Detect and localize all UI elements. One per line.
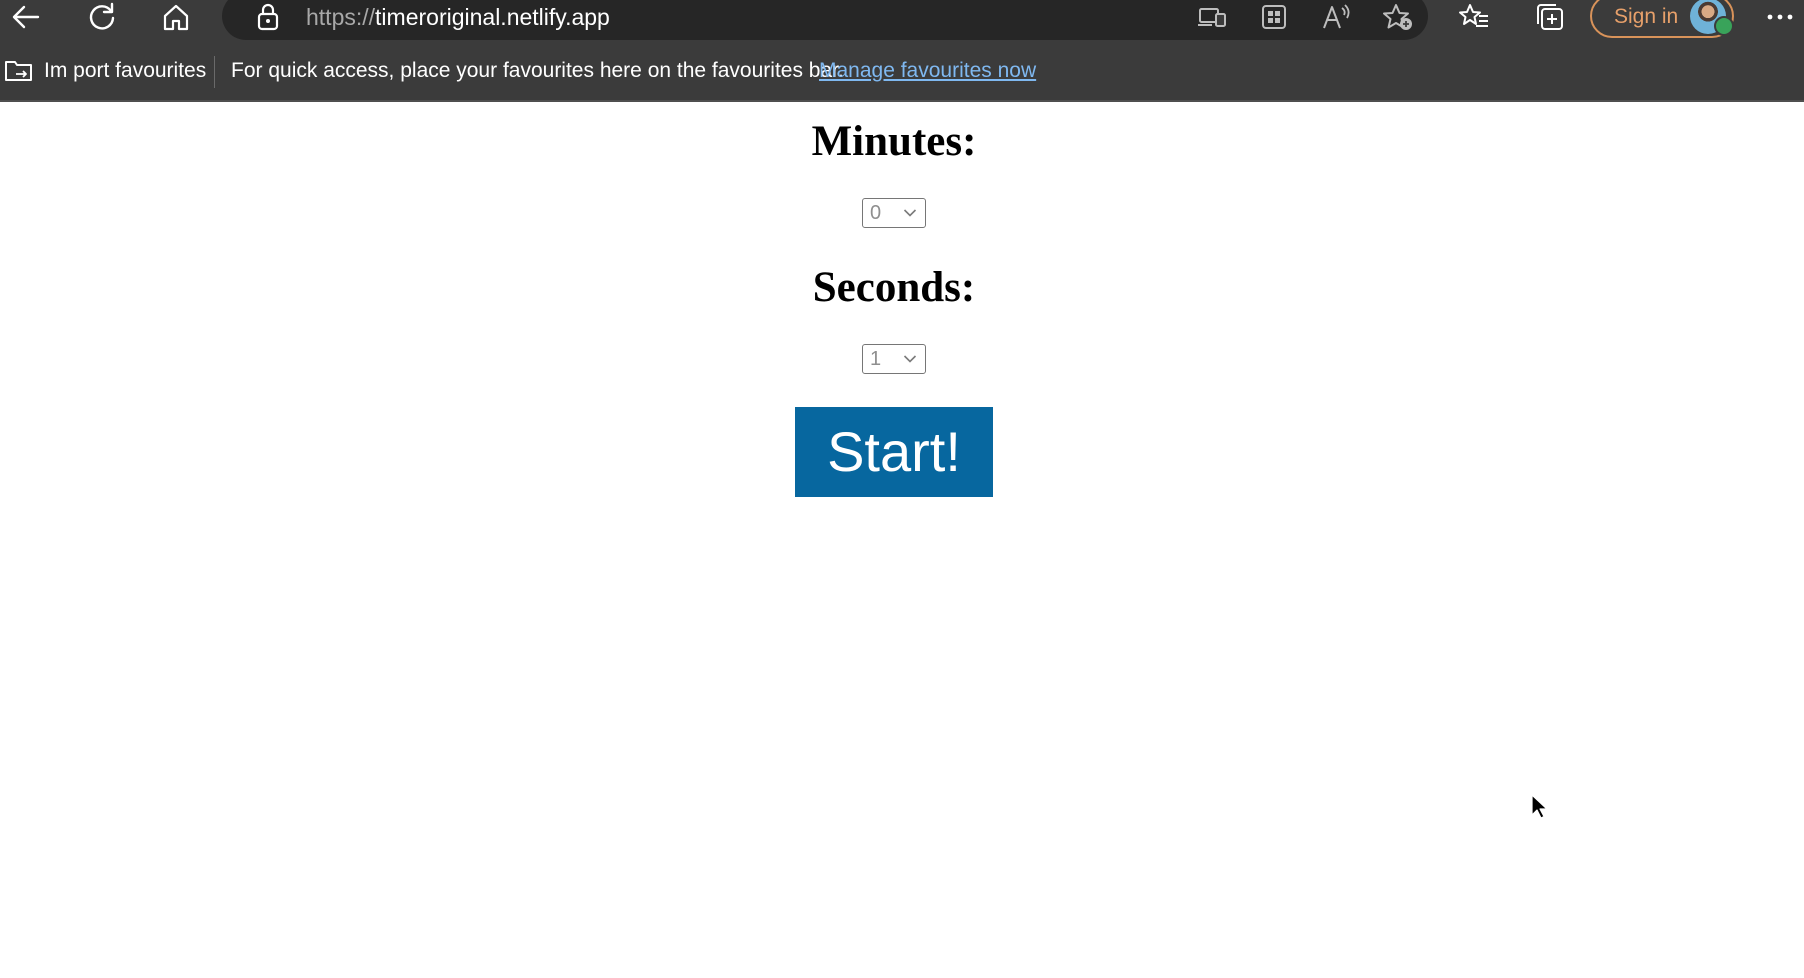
page-content: Minutes: 0 Seconds: 1 Start!: [0, 104, 1804, 978]
minutes-select[interactable]: 0: [862, 198, 926, 228]
chevron-down-icon: [903, 355, 917, 363]
sign-in-button[interactable]: Sign in: [1590, 0, 1734, 38]
read-aloud-icon[interactable]: [1316, 0, 1356, 34]
start-button[interactable]: Start!: [795, 407, 993, 497]
more-icon[interactable]: [1762, 0, 1802, 34]
url-host: timeroriginal.netlify.app: [375, 4, 610, 30]
seconds-select[interactable]: 1: [862, 344, 926, 374]
apps-icon[interactable]: [1254, 0, 1294, 34]
import-favourites-icon[interactable]: [4, 56, 34, 86]
url-protocol: https://: [306, 4, 376, 30]
lock-icon[interactable]: [248, 0, 288, 34]
device-icon[interactable]: [1192, 0, 1232, 34]
sync-status-icon: [1714, 16, 1734, 36]
collections-icon[interactable]: [1530, 0, 1570, 34]
seconds-select-value: 1: [870, 348, 882, 370]
url-text[interactable]: https://timeroriginal.netlify.app: [306, 2, 610, 32]
mouse-cursor-icon: [1531, 794, 1548, 819]
favourites-message: For quick access, place your favourites …: [231, 59, 844, 82]
favourites-divider: [214, 56, 215, 88]
add-favourite-icon[interactable]: [1378, 0, 1418, 34]
browser-toolbar: https://timeroriginal.netlify.app Sign i…: [0, 0, 1804, 44]
minutes-heading: Minutes:: [811, 118, 977, 165]
favourites-bar: Im port favourites For quick access, pla…: [0, 44, 1804, 102]
chevron-down-icon: [903, 209, 917, 217]
home-icon[interactable]: [156, 0, 196, 34]
avatar: [1690, 0, 1734, 36]
favourites-icon[interactable]: [1454, 0, 1494, 34]
sign-in-label: Sign in: [1614, 5, 1679, 28]
seconds-heading: Seconds:: [812, 264, 976, 311]
minutes-select-value: 0: [870, 202, 882, 224]
manage-favourites-link[interactable]: Manage favourites now: [819, 56, 1036, 86]
refresh-icon[interactable]: [82, 0, 122, 34]
import-favourites-button[interactable]: Im port favourites: [44, 56, 206, 86]
back-arrow-icon[interactable]: [6, 0, 46, 34]
